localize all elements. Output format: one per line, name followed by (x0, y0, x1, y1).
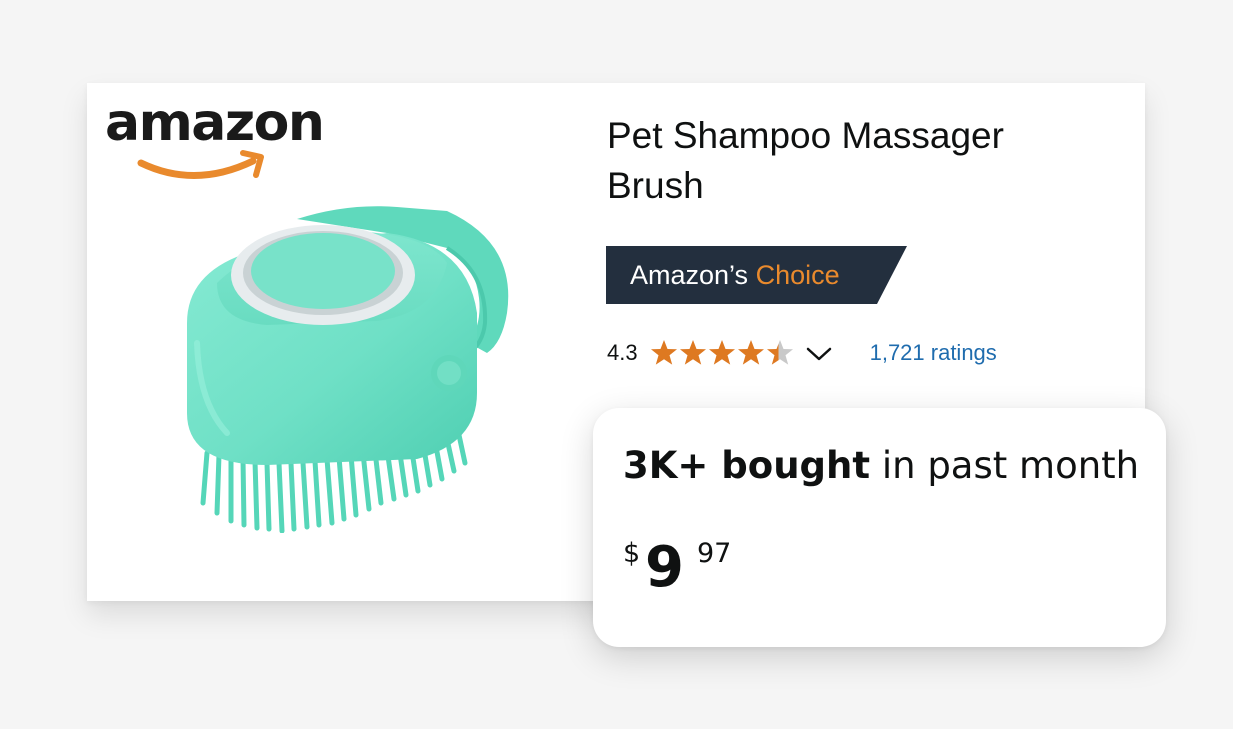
product-image[interactable] (147, 203, 527, 533)
amazon-smile-arrow-icon (137, 150, 264, 179)
badge-accent: Choice (755, 260, 840, 290)
chevron-down-icon[interactable] (806, 346, 832, 362)
price-currency-symbol: $ (623, 538, 641, 569)
rating-row: 4.3 1,721 ratings (607, 338, 997, 368)
badge-label: Amazon’s Choice (630, 246, 840, 304)
ratings-count-link[interactable]: 1,721 ratings (870, 340, 997, 366)
purchase-info-card: 3K+ bought in past month $ 9 97 (593, 408, 1166, 647)
star-rating[interactable] (650, 339, 794, 367)
star-icon (650, 340, 677, 365)
product-title[interactable]: Pet Shampoo Massager Brush (607, 111, 1087, 211)
badge-prefix: Amazon’s (630, 260, 749, 290)
bought-period: in past month (870, 444, 1140, 487)
price-whole: 9 (645, 535, 684, 600)
star-icon (679, 340, 706, 365)
bought-in-past-month: 3K+ bought in past month (623, 444, 1139, 488)
amazons-choice-badge: Amazon’s Choice (606, 246, 907, 304)
star-partial-icon (766, 340, 793, 365)
price-fraction: 97 (697, 538, 732, 569)
bought-count: 3K+ bought (623, 444, 871, 487)
amazon-logo[interactable]: amazon (105, 95, 345, 179)
rating-value: 4.3 (607, 340, 638, 365)
star-icon (737, 340, 764, 365)
star-icon (708, 340, 735, 365)
